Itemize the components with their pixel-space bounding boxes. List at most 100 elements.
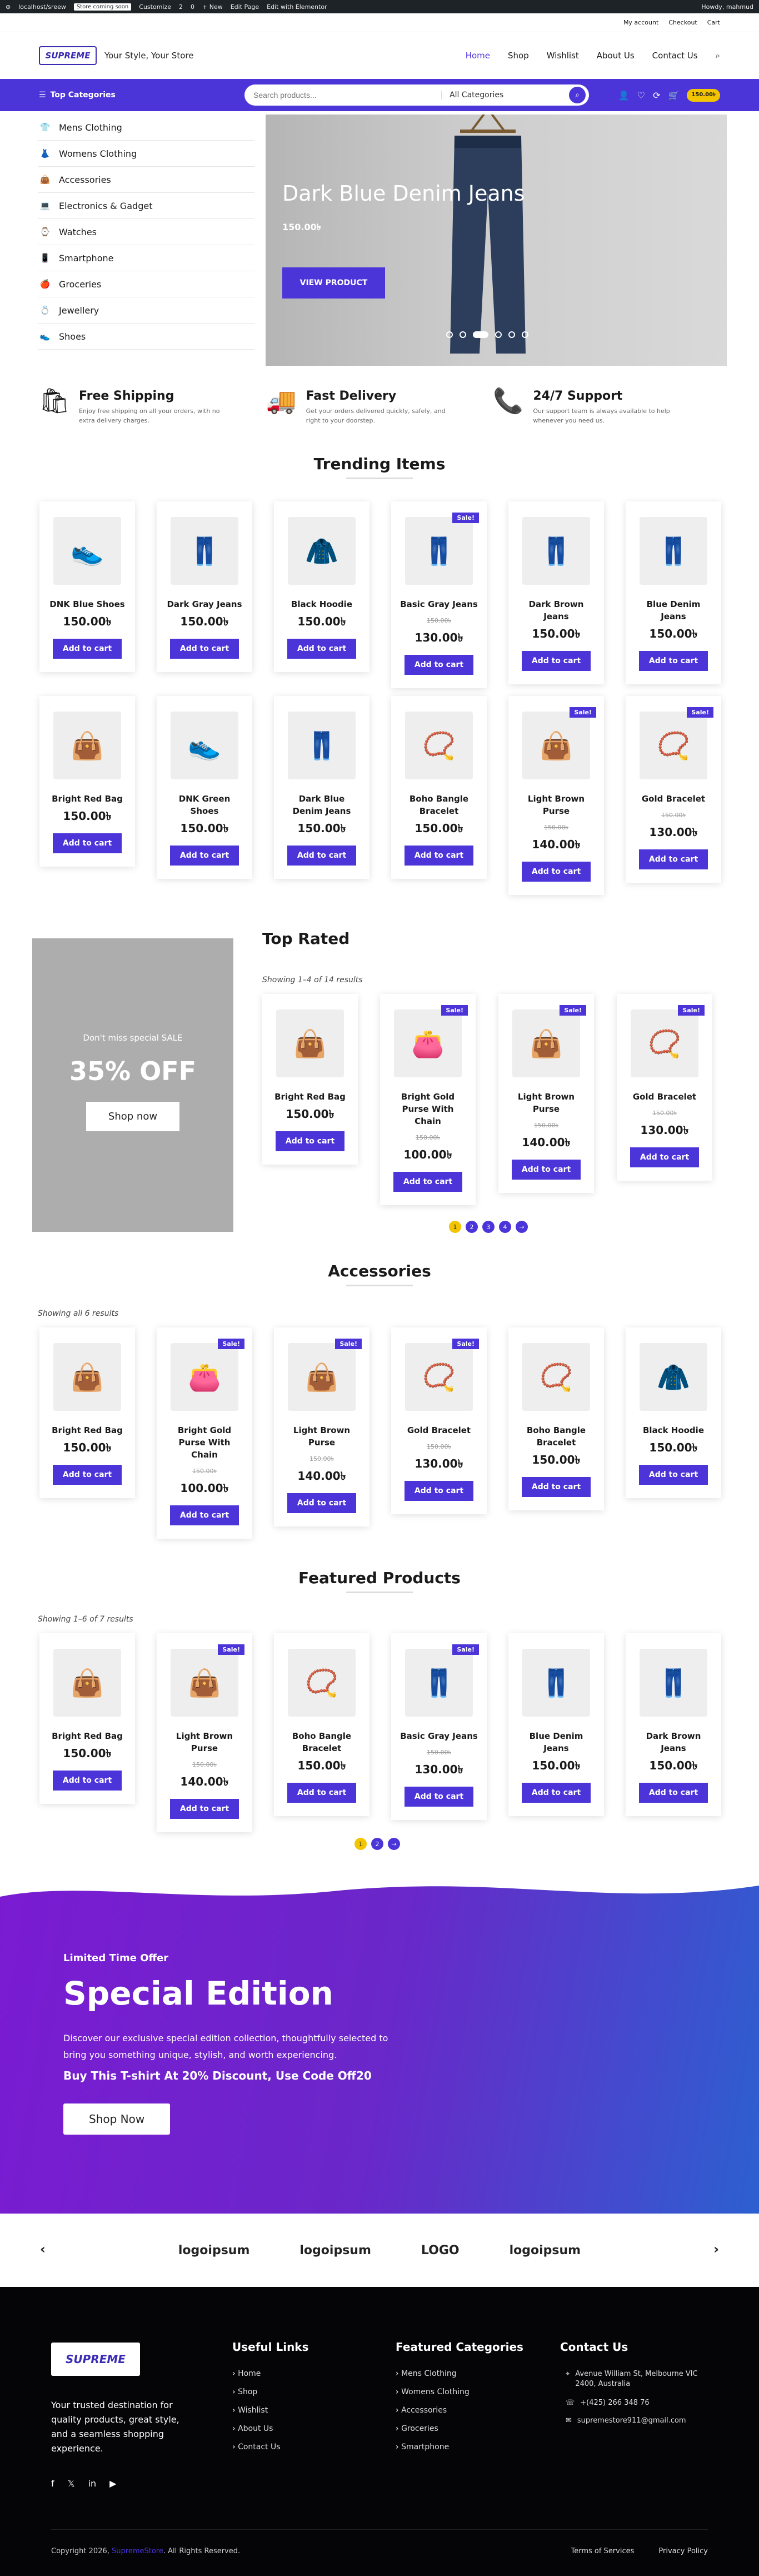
- product-card[interactable]: 👖 Dark Gray Jeans 150.00৳ Add to cart: [157, 501, 252, 672]
- page-number[interactable]: 4: [499, 1221, 511, 1233]
- product-image[interactable]: 👖: [288, 712, 356, 779]
- add-to-cart-button[interactable]: Add to cart: [404, 1787, 474, 1807]
- product-card[interactable]: 📿 Boho Bangle Bracelet 150.00৳ Add to cart: [508, 1327, 604, 1510]
- product-image[interactable]: 👖: [171, 517, 238, 585]
- add-to-cart-button[interactable]: Add to cart: [287, 639, 357, 659]
- footer-category-link[interactable]: Womens Clothing: [396, 2388, 523, 2396]
- cart-total-badge[interactable]: 150.00৳: [687, 88, 720, 102]
- product-image[interactable]: 👟: [171, 712, 238, 779]
- slider-dot[interactable]: [508, 331, 515, 338]
- add-to-cart-button[interactable]: Add to cart: [287, 846, 357, 866]
- product-name[interactable]: Blue Denim Jeans: [635, 598, 712, 623]
- product-image[interactable]: 👜: [53, 1649, 121, 1717]
- product-image[interactable]: 👖: [405, 1649, 473, 1717]
- add-to-cart-button[interactable]: Add to cart: [630, 1147, 700, 1167]
- nav-about[interactable]: About Us: [597, 51, 635, 61]
- product-image[interactable]: 👖: [522, 517, 590, 585]
- user-icon[interactable]: 👤: [618, 90, 630, 101]
- product-card[interactable]: Sale! 👖 Basic Gray Jeans 150.00৳ 130.00৳ Add …: [391, 1633, 487, 1820]
- product-card[interactable]: 👜 Bright Red Bag 150.00৳ Add to cart: [39, 696, 135, 867]
- add-to-cart-button[interactable]: Add to cart: [52, 1465, 122, 1485]
- admin-customize-link[interactable]: Customize: [139, 3, 171, 11]
- search-input[interactable]: [253, 91, 441, 100]
- add-to-cart-button[interactable]: Add to cart: [287, 1783, 357, 1803]
- add-to-cart-button[interactable]: Add to cart: [511, 1160, 581, 1180]
- footer-link[interactable]: Wishlist: [232, 2406, 309, 2415]
- add-to-cart-button[interactable]: Add to cart: [638, 1465, 708, 1485]
- footer-link[interactable]: About Us: [232, 2424, 309, 2433]
- product-name[interactable]: DNK Blue Shoes: [48, 598, 126, 610]
- product-card[interactable]: Sale! 📿 Gold Bracelet 150.00৳ 130.00৳ Add to …: [626, 696, 721, 883]
- sidebar-category-item[interactable]: ⌚ Watches: [38, 219, 254, 245]
- product-image[interactable]: 👖: [640, 517, 707, 585]
- youtube-icon[interactable]: ▶: [109, 2478, 116, 2489]
- page-number[interactable]: 2: [371, 1838, 383, 1850]
- footer-link[interactable]: Home: [232, 2369, 309, 2378]
- product-card[interactable]: Sale! 👛 Bright Gold Purse With Chain 150.00…: [380, 994, 476, 1205]
- page-number[interactable]: 3: [482, 1221, 495, 1233]
- product-name[interactable]: Boho Bangle Bracelet: [400, 793, 478, 817]
- product-name[interactable]: Bright Red Bag: [48, 793, 126, 805]
- product-name[interactable]: Gold Bracelet: [626, 1091, 703, 1103]
- admin-new-link[interactable]: + New: [202, 3, 223, 11]
- product-name[interactable]: Dark Gray Jeans: [166, 598, 243, 610]
- product-card[interactable]: 🧥 Black Hoodie 150.00৳ Add to cart: [626, 1327, 721, 1498]
- product-name[interactable]: Dark Brown Jeans: [517, 598, 595, 623]
- my-account-link[interactable]: My account: [623, 19, 658, 26]
- product-name[interactable]: Basic Gray Jeans: [400, 1730, 478, 1742]
- linkedin-icon[interactable]: in: [88, 2478, 97, 2489]
- product-image[interactable]: 👛: [394, 1009, 462, 1077]
- checkout-link[interactable]: Checkout: [668, 19, 697, 26]
- contact-phone[interactable]: +(425) 266 348 76: [580, 2399, 649, 2407]
- add-to-cart-button[interactable]: Add to cart: [638, 651, 708, 671]
- privacy-link[interactable]: Privacy Policy: [658, 2547, 708, 2555]
- add-to-cart-button[interactable]: Add to cart: [521, 1477, 591, 1497]
- page-number[interactable]: 1: [354, 1838, 367, 1850]
- product-name[interactable]: Basic Gray Jeans: [400, 598, 478, 610]
- nav-home[interactable]: Home: [466, 51, 490, 61]
- page-number[interactable]: 2: [466, 1221, 478, 1233]
- product-card[interactable]: Sale! 👛 Bright Gold Purse With Chain 150.00…: [157, 1327, 252, 1539]
- add-to-cart-button[interactable]: Add to cart: [521, 862, 591, 882]
- sidebar-category-item[interactable]: 🍎 Groceries: [38, 271, 254, 297]
- product-image[interactable]: 👜: [171, 1649, 238, 1717]
- add-to-cart-button[interactable]: Add to cart: [404, 1481, 474, 1501]
- product-name[interactable]: Light Brown Purse: [517, 793, 595, 817]
- admin-howdy[interactable]: Howdy, mahmud: [701, 3, 753, 11]
- admin-comments-link[interactable]: 0: [191, 3, 194, 11]
- add-to-cart-button[interactable]: Add to cart: [638, 1783, 708, 1803]
- footer-category-link[interactable]: Smartphone: [396, 2443, 523, 2451]
- add-to-cart-button[interactable]: Add to cart: [521, 651, 591, 671]
- site-logo[interactable]: SUPREME: [39, 46, 97, 65]
- product-name[interactable]: Black Hoodie: [635, 1424, 712, 1436]
- add-to-cart-button[interactable]: Add to cart: [287, 1493, 357, 1513]
- product-name[interactable]: Bright Red Bag: [48, 1730, 126, 1742]
- product-image[interactable]: 👟: [53, 517, 121, 585]
- compare-icon[interactable]: ⟳: [653, 90, 660, 101]
- product-name[interactable]: Bright Red Bag: [271, 1091, 349, 1103]
- add-to-cart-button[interactable]: Add to cart: [275, 1131, 345, 1151]
- product-name[interactable]: Boho Bangle Bracelet: [283, 1730, 361, 1754]
- product-card[interactable]: 👖 Blue Denim Jeans 150.00৳ Add to cart: [508, 1633, 604, 1816]
- add-to-cart-button[interactable]: Add to cart: [169, 1505, 239, 1525]
- product-card[interactable]: Sale! 👖 Basic Gray Jeans 150.00৳ 130.00৳ Add …: [391, 501, 487, 688]
- product-card[interactable]: 🧥 Black Hoodie 150.00৳ Add to cart: [274, 501, 369, 672]
- footer-link[interactable]: Shop: [232, 2388, 309, 2396]
- product-name[interactable]: Gold Bracelet: [400, 1424, 478, 1436]
- product-name[interactable]: Bright Red Bag: [48, 1424, 126, 1436]
- terms-link[interactable]: Terms of Services: [571, 2547, 634, 2555]
- nav-contact[interactable]: Contact Us: [652, 51, 698, 61]
- product-name[interactable]: Dark Blue Denim Jeans: [283, 793, 361, 817]
- product-image[interactable]: 📿: [288, 1649, 356, 1717]
- add-to-cart-button[interactable]: Add to cart: [521, 1783, 591, 1803]
- product-name[interactable]: Boho Bangle Bracelet: [517, 1424, 595, 1449]
- chevron-left-icon[interactable]: ‹: [40, 2241, 46, 2257]
- admin-elementor-link[interactable]: Edit with Elementor: [267, 3, 327, 11]
- sidebar-category-item[interactable]: 👕 Mens Clothing: [38, 115, 254, 141]
- slider-dot[interactable]: [522, 331, 528, 338]
- admin-site-link[interactable]: localhost/sreew: [18, 3, 66, 11]
- product-name[interactable]: Gold Bracelet: [635, 793, 712, 805]
- heart-icon[interactable]: ♡: [637, 90, 645, 101]
- product-image[interactable]: 👜: [53, 1343, 121, 1411]
- x-icon[interactable]: 𝕏: [68, 2478, 75, 2489]
